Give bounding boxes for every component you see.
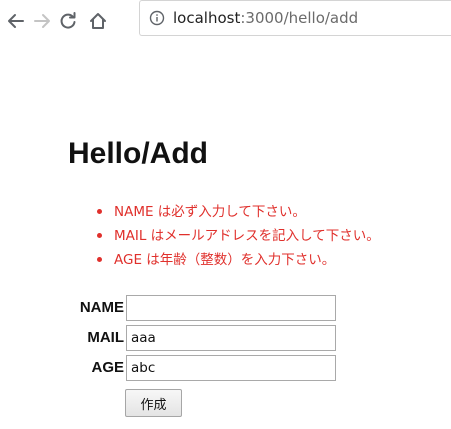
bullet-icon xyxy=(97,233,102,238)
name-label: NAME xyxy=(79,299,124,316)
back-button[interactable] xyxy=(2,7,30,35)
mail-label: MAIL xyxy=(87,329,124,346)
mail-field[interactable] xyxy=(126,325,336,351)
error-item: NAME は必ず入力して下さい。 xyxy=(96,200,380,224)
error-text-age: AGE は年齢（整数）を入力下さい。 xyxy=(114,252,336,268)
error-text-name: NAME は必ず入力して下さい。 xyxy=(114,204,306,220)
page-title: Hello/Add xyxy=(68,137,208,170)
info-icon[interactable] xyxy=(149,10,165,26)
error-item: MAIL はメールアドレスを記入して下さい。 xyxy=(96,224,380,248)
home-button[interactable] xyxy=(84,7,112,35)
home-icon xyxy=(90,13,106,29)
name-field[interactable] xyxy=(126,295,336,321)
arrow-left-icon xyxy=(8,14,24,28)
reload-icon xyxy=(60,12,76,29)
age-field[interactable] xyxy=(126,355,336,381)
error-list: NAME は必ず入力して下さい。 MAIL はメールアドレスを記入して下さい。 … xyxy=(96,200,380,272)
error-item: AGE は年齢（整数）を入力下さい。 xyxy=(96,248,380,272)
age-label: AGE xyxy=(91,359,124,376)
reload-button[interactable] xyxy=(54,7,82,35)
error-text-mail: MAIL はメールアドレスを記入して下さい。 xyxy=(114,228,380,244)
url-path: :3000/hello/add xyxy=(240,9,359,27)
address-bar[interactable]: localhost:3000/hello/add xyxy=(139,0,451,36)
bullet-icon xyxy=(97,257,102,262)
url-host: localhost xyxy=(173,9,241,27)
arrow-right-icon xyxy=(34,14,50,28)
url-text[interactable]: localhost:3000/hello/add xyxy=(173,8,358,28)
browser-toolbar: localhost:3000/hello/add xyxy=(0,0,451,44)
submit-button[interactable]: 作成 xyxy=(125,389,182,417)
bullet-icon xyxy=(97,209,102,214)
forward-button[interactable] xyxy=(28,7,56,35)
